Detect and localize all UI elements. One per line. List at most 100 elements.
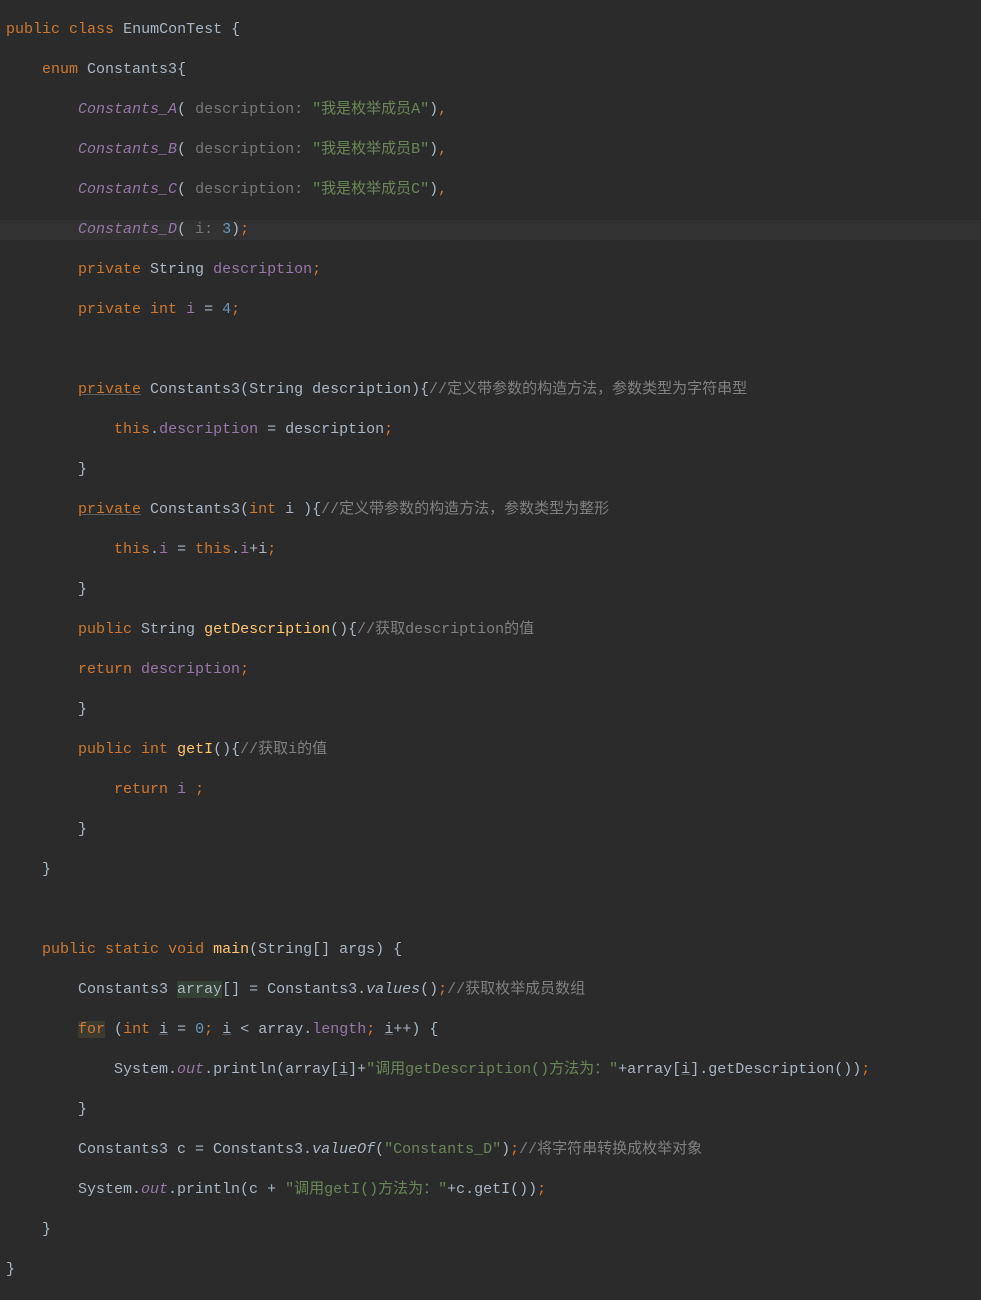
keyword-public: public [42,941,96,958]
keyword-private: private [78,301,141,318]
semicolon: ; [366,1021,375,1038]
comment: //定义带参数的构造方法，参数类型为字符串型 [429,381,747,398]
semicolon: ; [384,421,393,438]
field-name: i [159,541,168,558]
out-field: out [141,1181,168,1198]
param-hint: description: [195,141,303,158]
keyword-private: private [78,381,141,398]
param-hint: description: [195,101,303,118]
string-literal: "我是枚举成员C" [312,181,429,198]
constructor-name: Constants3 [150,501,240,518]
close: ) [501,1141,510,1158]
keyword-this: this [114,541,150,558]
brackets: [] = Constants3. [222,981,366,998]
code-line: public int getI(){//获取i的值 [0,740,981,760]
code-line: System.out.println(array[i]+"调用getDescri… [0,1060,981,1080]
code-line: } [0,820,981,840]
code-line: this.i = this.i+i; [0,540,981,560]
brace: } [6,1261,15,1278]
string-literal: "调用getI()方法为：" [285,1181,447,1198]
field-name: description [141,661,240,678]
field-name: i [186,301,195,318]
equals: = [177,541,186,558]
code-line: } [0,700,981,720]
variable: i [681,1061,690,1078]
param-hint: description: [195,181,303,198]
keyword-void: void [168,941,204,958]
keyword-int: int [123,1021,150,1038]
keyword-for: for [78,1021,105,1038]
keyword-this: this [114,421,150,438]
variable: i [258,541,267,558]
string-literal: "我是枚举成员B" [312,141,429,158]
keyword-private: private [78,261,141,278]
semicolon: ; [312,261,321,278]
method-name: getI [177,741,213,758]
brace: } [42,1221,51,1238]
enum-constant: Constants_D [78,221,177,238]
inc: ++) { [393,1021,438,1038]
code-line: Constants_A( description: "我是枚举成员A"), [0,100,981,120]
keyword-return: return [114,781,168,798]
code-line: return description; [0,660,981,680]
code-editor[interactable]: public class EnumConTest { enum Constant… [0,0,981,1300]
println: .println(c + [168,1181,285,1198]
brace: } [78,461,87,478]
out-field: out [177,1061,204,1078]
number-literal: 0 [195,1021,204,1038]
keyword-int: int [141,741,168,758]
brace: } [42,861,51,878]
code-line: return i ; [0,780,981,800]
dot: . [150,421,159,438]
array-ref: array. [258,1021,312,1038]
params: (String[] args) { [249,941,402,958]
code-line: this.description = description; [0,420,981,440]
keyword-return: return [78,661,132,678]
variable: i [222,1021,231,1038]
code-line-empty [0,340,981,360]
keyword-private: private [78,501,141,518]
plus: +array[ [618,1061,681,1078]
type: String [141,621,195,638]
comment: //获取i的值 [240,741,327,758]
system: System. [114,1061,177,1078]
static-method: valueOf [312,1141,375,1158]
keyword-int: int [249,501,276,518]
close: ]+ [348,1061,366,1078]
brace: { [177,61,186,78]
equals: = [177,1021,186,1038]
code-line: public class EnumConTest { [0,20,981,40]
end: +c.getI()) [447,1181,537,1198]
semicolon: ; [510,1141,519,1158]
string-literal: "我是枚举成员A" [312,101,429,118]
equals: = [267,421,276,438]
comma: , [438,181,447,198]
semicolon: ; [195,781,204,798]
code-line: Constants3 array[] = Constants3.values()… [0,980,981,1000]
keyword-enum: enum [42,61,78,78]
brace: } [78,821,87,838]
variable-highlighted: array [177,981,222,998]
dot: . [150,541,159,558]
code-line: Constants_B( description: "我是枚举成员B"), [0,140,981,160]
enum-constant: Constants_B [78,141,177,158]
code-line: } [0,1100,981,1120]
string-literal: "Constants_D" [384,1141,501,1158]
brace: } [78,701,87,718]
field-name: i [177,781,186,798]
semicolon: ; [861,1061,870,1078]
semicolon: ; [267,541,276,558]
number-literal: 4 [222,301,231,318]
field-name: description [159,421,258,438]
paren: ( [375,1141,384,1158]
method-name: main [213,941,249,958]
code-line: } [0,860,981,880]
enum-name: Constants3 [87,61,177,78]
code-line: for (int i = 0; i < array.length; i++) { [0,1020,981,1040]
code-line: private int i = 4; [0,300,981,320]
code-line: System.out.println(c + "调用getI()方法为："+c.… [0,1180,981,1200]
field-name: description [213,261,312,278]
variable: i [159,1021,168,1038]
code-line: Constants3 c = Constants3.valueOf("Const… [0,1140,981,1160]
length: length [312,1021,366,1038]
